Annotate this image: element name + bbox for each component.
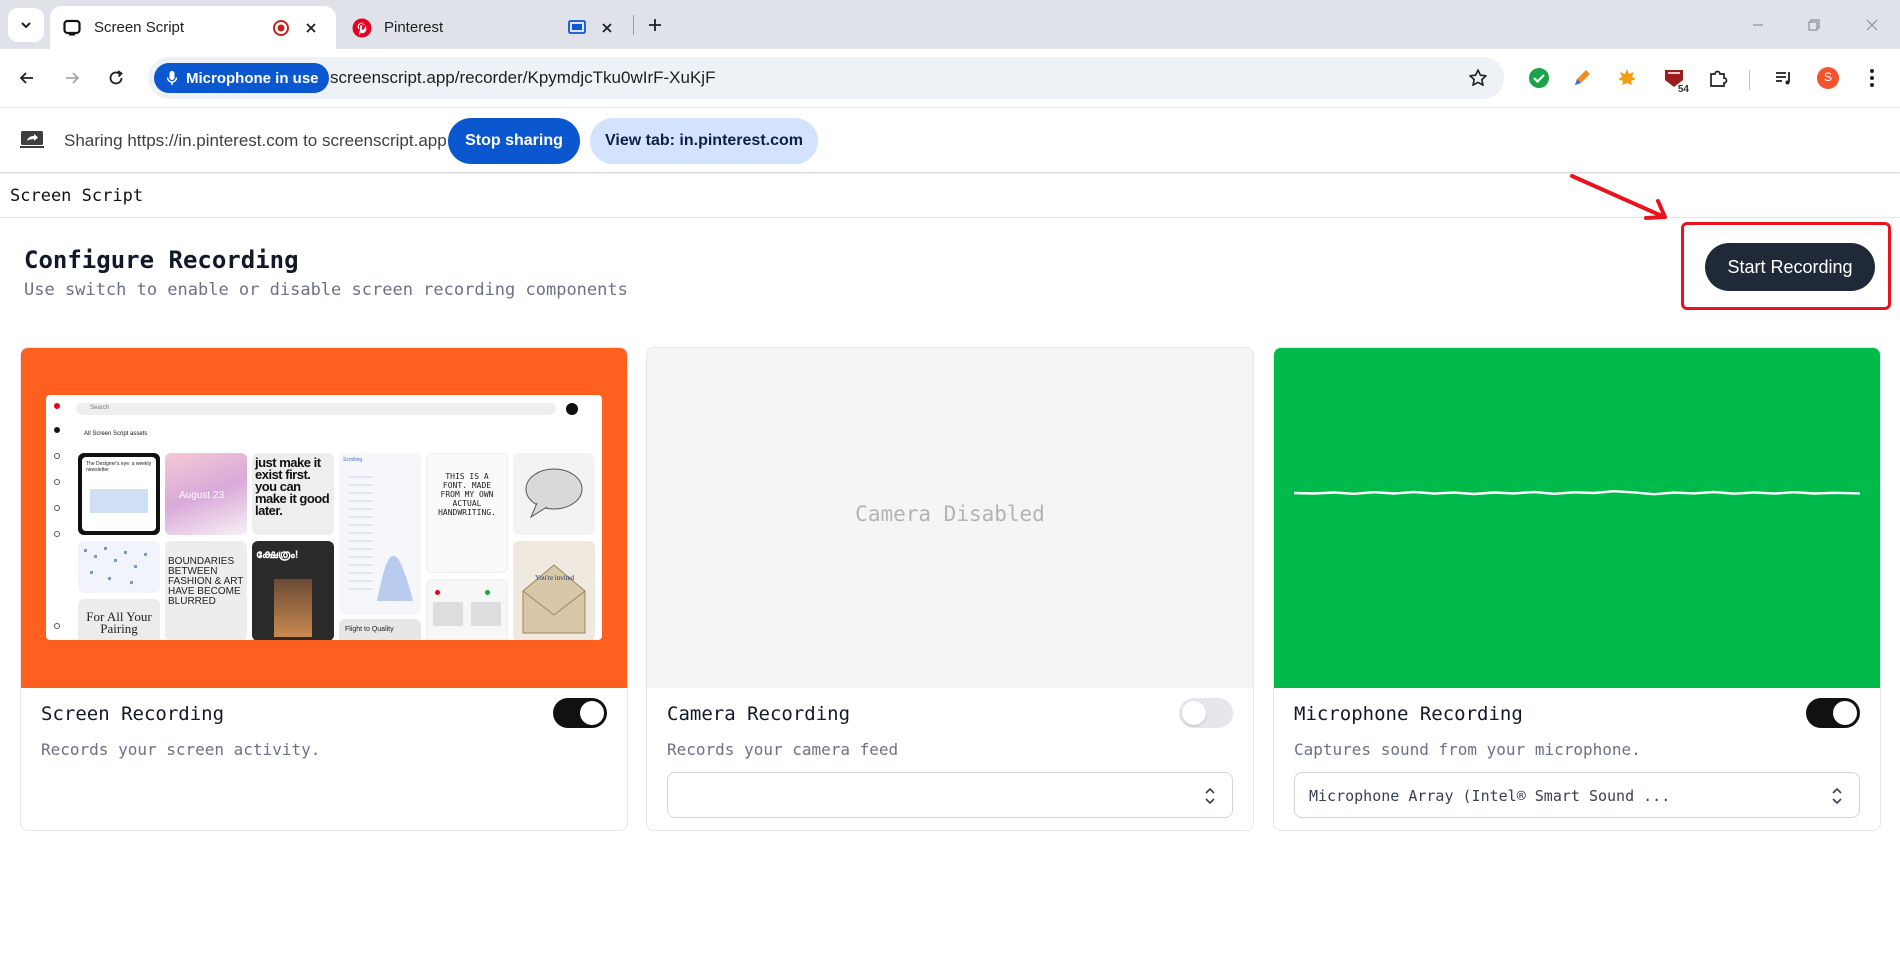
close-icon [1866, 19, 1878, 31]
reload-button[interactable] [100, 62, 132, 94]
camera-preview: Camera Disabled [647, 348, 1253, 688]
bookmark-star-icon[interactable] [1466, 66, 1490, 90]
arrow-right-icon [66, 72, 80, 84]
page-subtitle: Use switch to enable or disable screen r… [24, 280, 628, 300]
close-window-button[interactable] [1852, 10, 1892, 40]
check-circle-icon[interactable] [1524, 63, 1554, 93]
pin-card [513, 453, 595, 535]
chevron-up-down-icon [1832, 787, 1842, 805]
audio-waveform [1294, 490, 1860, 496]
close-tab-icon[interactable] [594, 15, 620, 41]
stop-sharing-button[interactable]: Stop sharing [448, 118, 580, 164]
new-tab-button[interactable] [640, 10, 670, 40]
screen-script-favicon-icon [62, 18, 82, 38]
recording-indicator-icon [268, 15, 294, 41]
screen-recording-toggle[interactable] [553, 698, 607, 728]
recorder-page: Screen Script Configure Recording Use sw… [0, 174, 1900, 970]
microphone-preview [1274, 348, 1880, 688]
minimize-button[interactable] [1738, 10, 1778, 40]
badge-extension-icon[interactable]: 54 [1659, 63, 1691, 95]
mic-chip-label: Microphone in use [186, 69, 319, 87]
tab-divider [633, 15, 634, 35]
microphone-recording-title: Microphone Recording [1294, 703, 1523, 725]
back-button[interactable] [11, 62, 43, 94]
preview-tabs: All Screen Script assets [84, 431, 148, 437]
kebab-menu-icon[interactable] [1857, 63, 1887, 93]
tab-screen-script[interactable]: Screen Script [50, 6, 336, 49]
preview-search-input: Search [76, 403, 556, 415]
media-queue-icon[interactable] [1769, 63, 1799, 93]
puzzle-icon[interactable] [1703, 63, 1733, 93]
restore-button[interactable] [1794, 10, 1834, 40]
chevron-down-icon [21, 22, 31, 29]
pin-card: just make it exist first. you can make i… [252, 453, 334, 535]
microphone-recording-desc: Captures sound from your microphone. [1294, 740, 1641, 759]
start-recording-button[interactable]: Start Recording [1705, 243, 1875, 291]
preview-sidebar [52, 401, 62, 631]
restore-icon [1808, 19, 1820, 31]
plus-icon [649, 19, 661, 31]
pin-card: The Designer's eye: a weekly newsletter [78, 453, 160, 535]
profile-initial: S [1823, 70, 1832, 84]
toolbar-separator [1749, 70, 1750, 90]
extension-badge-count: 54 [1675, 84, 1691, 95]
url-text[interactable]: screenscript.app/recorder/KpymdjcTku0wIr… [330, 68, 715, 88]
microphone-icon [164, 70, 180, 86]
chevron-up-down-icon [1205, 787, 1215, 805]
pin-card: August 23 [165, 453, 247, 535]
minimize-icon [1753, 24, 1763, 26]
reload-icon [109, 70, 123, 85]
microphone-in-use-chip[interactable]: Microphone in use [154, 63, 329, 93]
camera-recording-title: Camera Recording [667, 703, 851, 725]
screen-share-icon [20, 131, 44, 148]
microphone-recording-toggle[interactable] [1806, 698, 1860, 728]
tab-title: Screen Script [94, 19, 185, 36]
screen-recording-desc: Records your screen activity. [41, 740, 321, 759]
camera-disabled-text: Camera Disabled [855, 502, 1045, 526]
tab-strip: Screen Script Pinterest [0, 0, 1900, 49]
pen-icon[interactable] [1567, 63, 1597, 93]
screen-recording-title: Screen Recording [41, 703, 225, 725]
screen-preview: Search All Screen Script assets The Desi… [21, 348, 627, 688]
app-name[interactable]: Screen Script [10, 186, 143, 206]
maple-leaf-icon[interactable] [1612, 63, 1642, 93]
tab-title: Pinterest [384, 19, 444, 36]
pin-card: ക്ഷേത്രം! [252, 541, 334, 640]
view-tab-button[interactable]: View tab: in.pinterest.com [590, 118, 818, 164]
close-tab-icon[interactable] [298, 15, 324, 41]
microphone-device-select[interactable]: Microphone Array (Intel® Smart Sound ... [1294, 772, 1860, 818]
annotation-arrow-icon [1570, 174, 1667, 220]
tab-pinterest[interactable]: Pinterest [340, 6, 632, 49]
browser-toolbar: Microphone in use screenscript.app/recor… [0, 49, 1900, 107]
pin-card: For All Your Pairing [78, 599, 160, 640]
tab-search-button[interactable] [8, 8, 44, 42]
microphone-select-value: Microphone Array (Intel® Smart Sound ... [1309, 787, 1671, 805]
preview-avatar [566, 403, 578, 415]
sharing-tab-icon [564, 15, 590, 41]
pin-card: Flight to Quality [339, 619, 421, 640]
arrow-left-icon [19, 72, 33, 84]
screen-recording-card: Search All Screen Script assets The Desi… [20, 347, 628, 831]
sharing-status-text: Sharing https://in.pinterest.com to scre… [64, 131, 447, 150]
pin-card [426, 579, 508, 640]
camera-recording-desc: Records your camera feed [667, 740, 899, 759]
pin-card: THIS IS A FONT. MADE FROM MY OWN ACTUAL … [426, 453, 508, 573]
tab-sharing-bar: Sharing https://in.pinterest.com to scre… [0, 107, 1900, 173]
pin-card: You're invited [513, 541, 595, 640]
pin-card: Scrolling [339, 453, 421, 615]
camera-recording-card: Camera Disabled Camera Recording Records… [646, 347, 1254, 831]
microphone-recording-card: Microphone Recording Captures sound from… [1273, 347, 1881, 831]
forward-button[interactable] [56, 62, 88, 94]
screen-preview-thumbnail: Search All Screen Script assets The Desi… [46, 395, 602, 640]
page-title: Configure Recording [24, 246, 299, 274]
pinterest-favicon-icon [352, 18, 372, 38]
address-bar[interactable]: Microphone in use screenscript.app/recor… [148, 57, 1504, 99]
pin-card [78, 541, 160, 593]
camera-device-select[interactable] [667, 772, 1233, 818]
camera-recording-toggle[interactable] [1179, 698, 1233, 728]
profile-avatar[interactable]: S [1813, 63, 1843, 93]
pin-card: BOUNDARIES BETWEEN FASHION & ART HAVE BE… [165, 541, 247, 640]
